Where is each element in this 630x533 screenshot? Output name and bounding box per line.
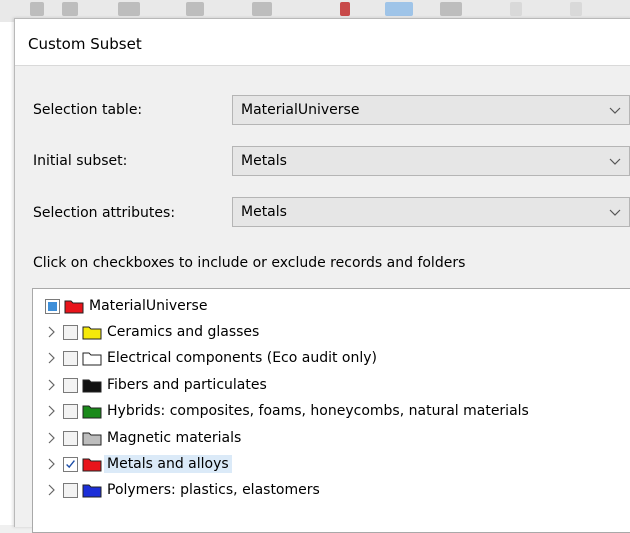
tree-item-checkbox[interactable] — [63, 403, 78, 419]
toolbar-icon — [118, 2, 140, 16]
tree-item-label: Ceramics and glasses — [107, 324, 260, 340]
initial-subset-label: Initial subset: — [33, 153, 128, 169]
folder-icon — [82, 326, 102, 340]
tree-item-row[interactable]: Metals and alloys — [45, 453, 232, 475]
toolbar-icon — [30, 2, 44, 16]
selection-attributes-dropdown[interactable]: Metals — [232, 197, 630, 227]
chevron-down-icon — [609, 107, 621, 114]
tree-item-checkbox[interactable] — [63, 377, 78, 393]
dialog-title-bar[interactable]: Custom Subset — [15, 19, 630, 66]
toolbar-icon — [340, 2, 350, 16]
tree-item-label: Polymers: plastics, elastomers — [107, 482, 320, 498]
toolbar-icon — [186, 2, 204, 16]
tree-item-label: Magnetic materials — [107, 430, 242, 446]
tree-root-row[interactable]: MaterialUniverse — [45, 295, 207, 317]
selection-attributes-label: Selection attributes: — [33, 205, 176, 221]
chevron-right-icon[interactable] — [45, 352, 57, 364]
tree-item-checkbox[interactable] — [63, 324, 78, 340]
tree-item-checkbox[interactable] — [63, 482, 78, 498]
chevron-down-icon — [609, 209, 621, 216]
folder-icon — [82, 458, 102, 472]
records-tree[interactable]: MaterialUniverse Ceramics and glasses El… — [32, 288, 630, 533]
tree-item-label: Electrical components (Eco audit only) — [107, 350, 378, 366]
tree-item-label: Fibers and particulates — [107, 377, 267, 393]
tree-item-checkbox[interactable] — [63, 456, 78, 472]
tree-item-row[interactable]: Polymers: plastics, elastomers — [45, 479, 320, 501]
initial-subset-dropdown[interactable]: Metals — [232, 146, 630, 176]
tree-item-row[interactable]: Electrical components (Eco audit only) — [45, 347, 377, 369]
folder-icon — [82, 379, 102, 393]
custom-subset-dialog: Custom Subset Selection table: MaterialU… — [14, 18, 630, 533]
tree-root-checkbox[interactable] — [45, 298, 60, 314]
tree-item-row[interactable]: Hybrids: composites, foams, honeycombs, … — [45, 400, 529, 422]
chevron-down-icon — [609, 158, 621, 165]
chevron-right-icon[interactable] — [45, 326, 57, 338]
tree-item-checkbox[interactable] — [63, 350, 78, 366]
instruction-text: Click on checkboxes to include or exclud… — [33, 255, 466, 271]
toolbar-icon — [440, 2, 462, 16]
chevron-right-icon[interactable] — [45, 379, 57, 391]
selection-attributes-value: Metals — [241, 204, 287, 220]
folder-icon — [82, 405, 102, 419]
chevron-right-icon[interactable] — [45, 484, 57, 496]
toolbar-icon — [62, 2, 78, 16]
checkmark-icon — [66, 459, 75, 468]
background-panel — [0, 22, 15, 525]
chevron-right-icon[interactable] — [45, 432, 57, 444]
chevron-right-icon[interactable] — [45, 458, 57, 470]
tree-item-label: Hybrids: composites, foams, honeycombs, … — [107, 403, 529, 419]
folder-icon — [82, 352, 102, 366]
dialog-title: Custom Subset — [28, 35, 142, 53]
selection-table-dropdown[interactable]: MaterialUniverse — [232, 95, 630, 125]
toolbar-icon — [385, 2, 413, 16]
selection-table-value: MaterialUniverse — [241, 102, 360, 118]
initial-subset-value: Metals — [241, 153, 287, 169]
tree-root-label: MaterialUniverse — [89, 298, 208, 314]
folder-icon — [82, 484, 102, 498]
toolbar-icon — [510, 2, 522, 16]
folder-icon — [64, 300, 84, 314]
tree-item-label: Metals and alloys — [104, 455, 232, 473]
tree-item-row[interactable]: Fibers and particulates — [45, 374, 267, 396]
selection-table-label: Selection table: — [33, 102, 143, 118]
toolbar-icon — [252, 2, 272, 16]
chevron-right-icon[interactable] — [45, 405, 57, 417]
folder-icon — [82, 432, 102, 446]
toolbar-icon — [570, 2, 582, 16]
tree-item-checkbox[interactable] — [63, 430, 78, 446]
tree-item-row[interactable]: Ceramics and glasses — [45, 321, 259, 343]
tree-item-row[interactable]: Magnetic materials — [45, 427, 241, 449]
